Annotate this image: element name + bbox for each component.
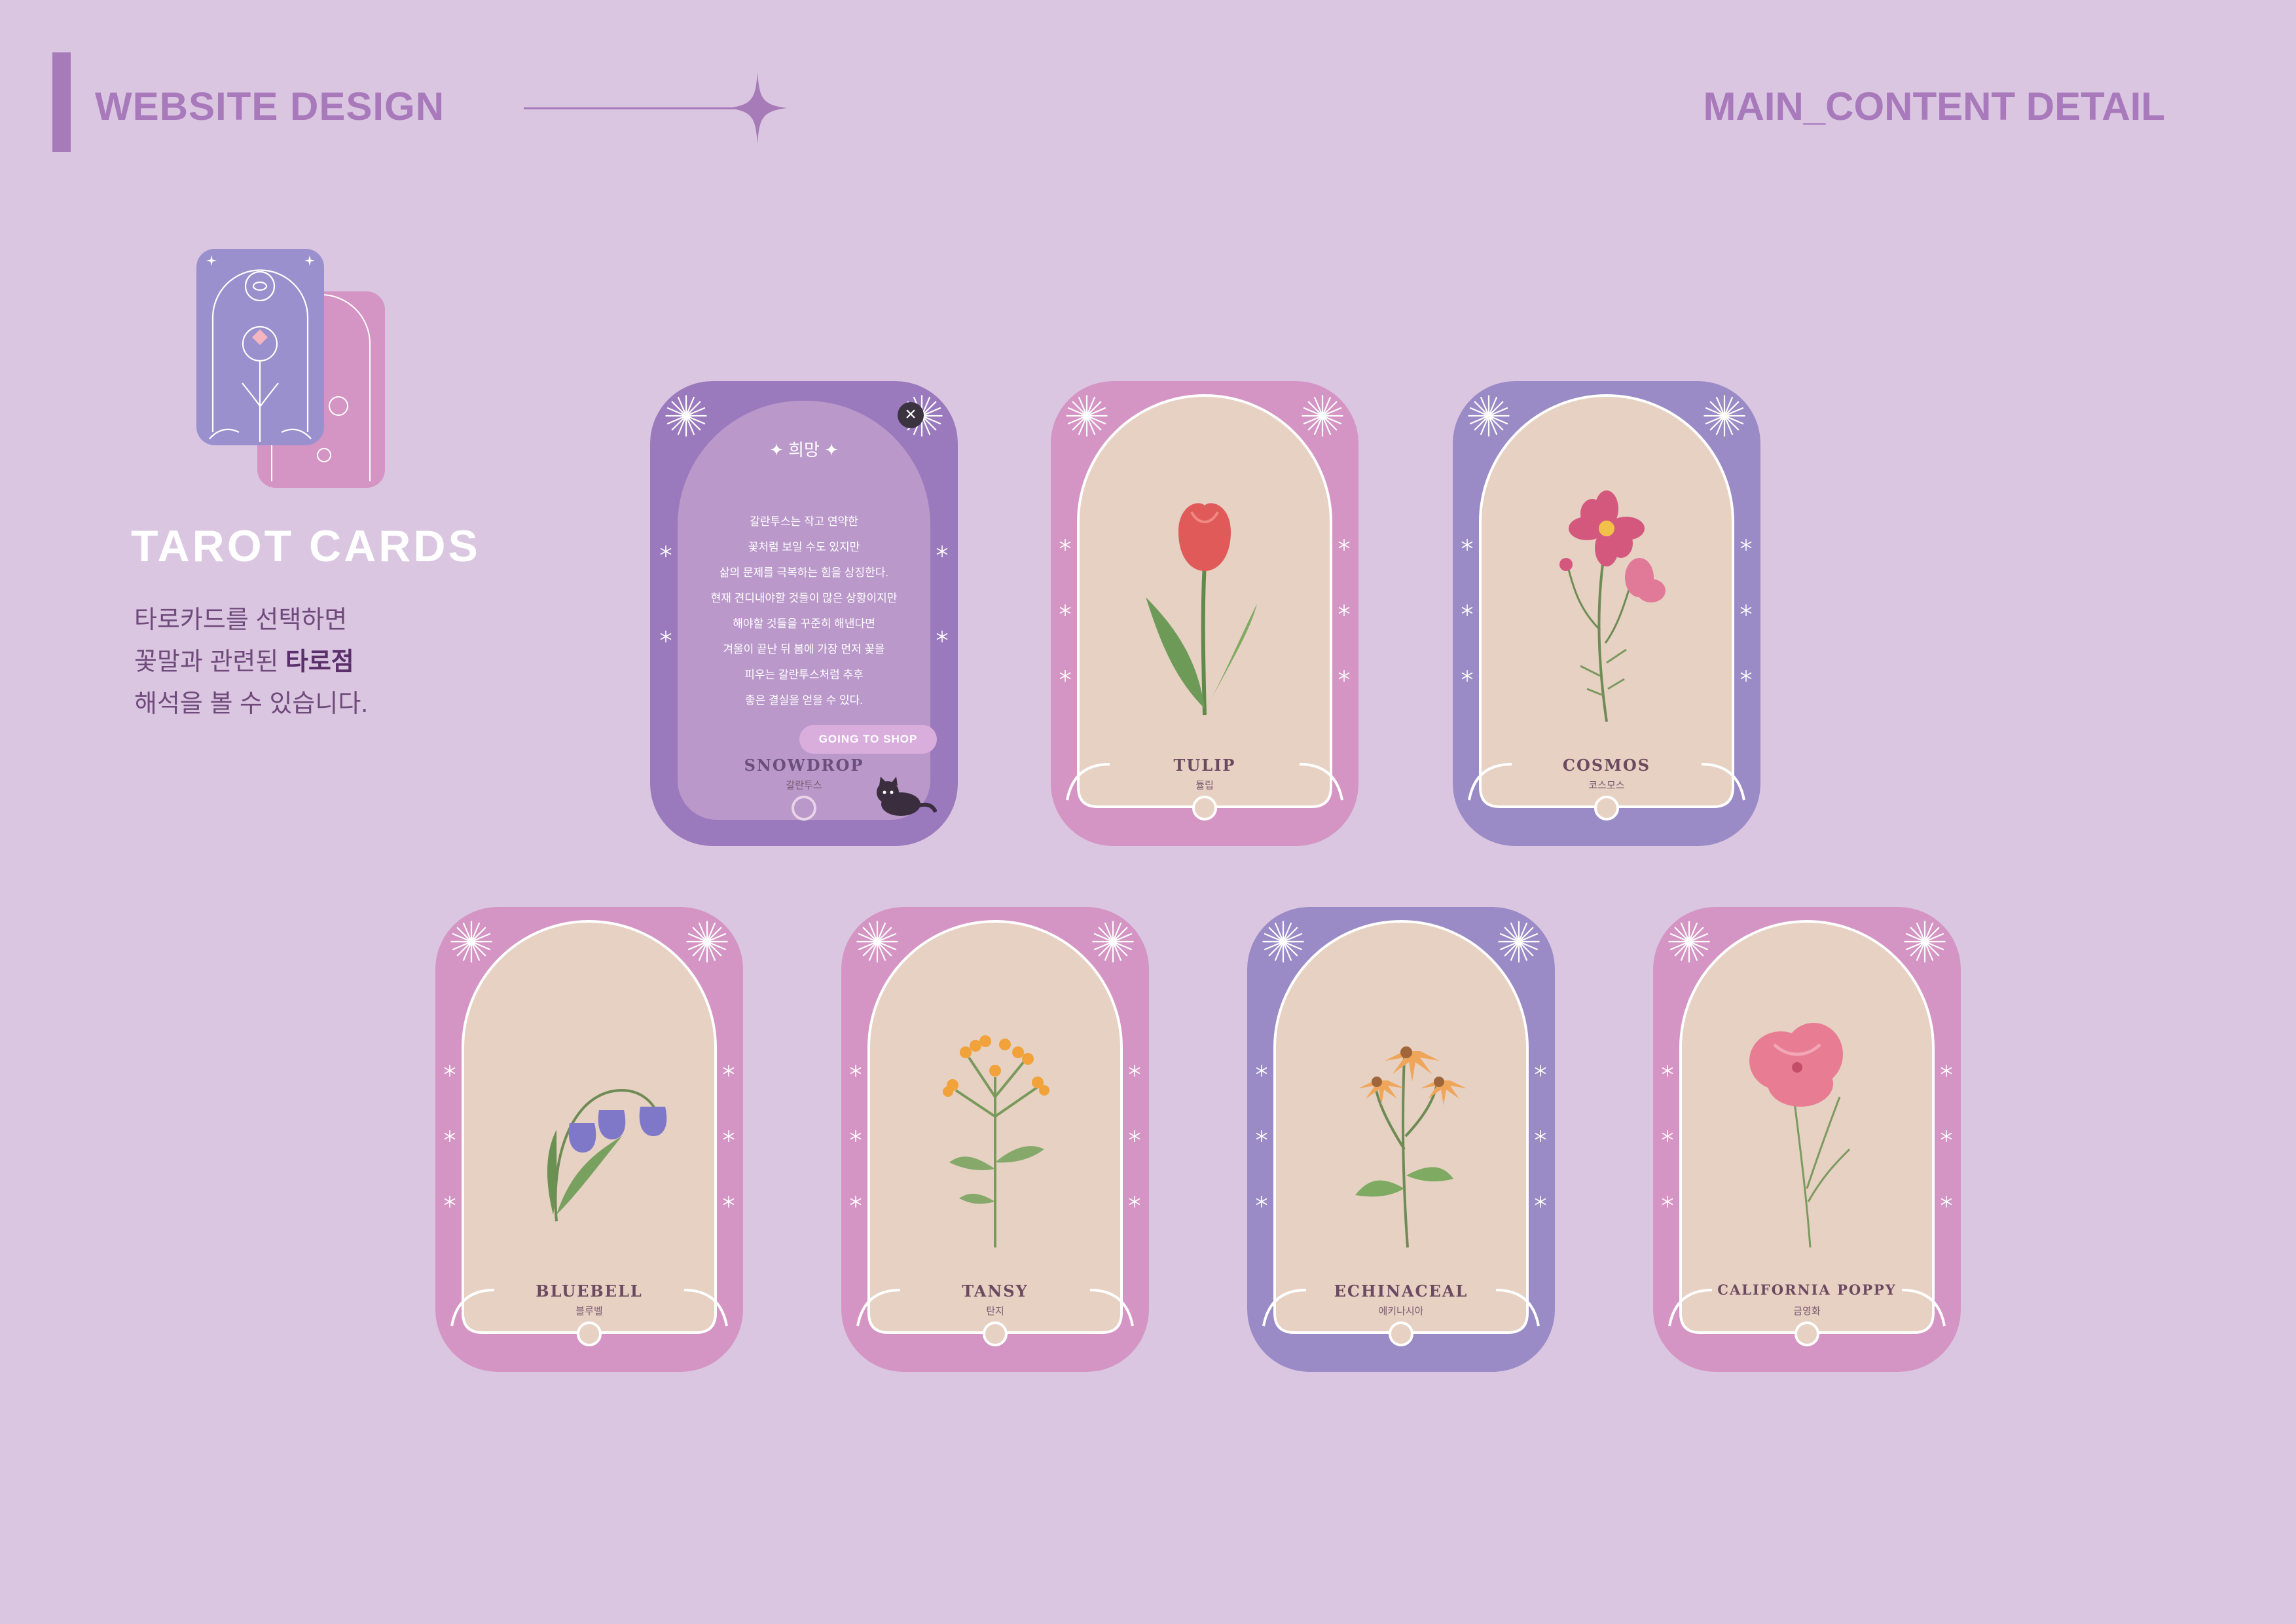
echinacea-icon [1355, 1046, 1467, 1248]
tarot-card-echinacea[interactable]: ECHINACEAL 에키나시아 [1247, 907, 1555, 1372]
reading-line: 꽃처럼 보일 수도 있지만 [748, 541, 860, 553]
reading-line: 삶의 문제를 극복하는 힘을 상징한다. [719, 566, 889, 579]
card-korean-name: 튤립 [1195, 780, 1214, 791]
desc-line-2-prefix: 꽃말과 관련된 [134, 648, 285, 676]
tarot-card-tulip[interactable]: TULIP 튤립 [1051, 381, 1358, 846]
close-icon[interactable]: × [898, 402, 924, 428]
card-name: SNOWDROP [744, 756, 864, 775]
header-left-title: WEBSITE DESIGN [95, 84, 445, 128]
card-name: TANSY [962, 1282, 1029, 1301]
bluebell-icon [547, 1088, 667, 1222]
tarot-card-bluebell[interactable]: BLUEBELL 블루벨 [435, 907, 743, 1372]
tulip-icon [1146, 503, 1257, 716]
header-divider-line [524, 107, 759, 109]
poppy-icon [1749, 1023, 1851, 1248]
tarot-card-cosmos[interactable]: COSMOS 코스모스 [1453, 381, 1760, 846]
card-name: ECHINACEAL [1334, 1282, 1468, 1301]
tarot-cards-title: TAROT CARDS [131, 521, 481, 571]
reading-line: 피우는 갈란투스처럼 추후 [744, 669, 864, 681]
header-right-title: MAIN_CONTENT DETAIL [1703, 84, 2165, 128]
cat-icon [877, 777, 937, 816]
reading-title-text: 희망 [788, 440, 820, 460]
cosmos-icon [1559, 490, 1666, 722]
tarot-card-california-poppy[interactable]: CALIFORNIA POPPY 금영화 [1653, 907, 1961, 1372]
desc-line-1: 타로카드를 선택하면 [134, 606, 348, 634]
header-accent-bar [52, 52, 71, 152]
reading-line: 현재 견디내야할 것들이 많은 상황이지만 [710, 592, 898, 604]
tarot-card-tansy[interactable]: TANSY 탄지 [841, 907, 1149, 1372]
card-korean-name: 블루벨 [575, 1306, 603, 1317]
card-name: BLUEBELL [536, 1282, 643, 1301]
reading-line: 해야할 것들을 꾸준히 해낸다면 [733, 618, 875, 630]
card-name: COSMOS [1562, 756, 1651, 775]
reading-title: ✦ 희망 ✦ [769, 440, 839, 460]
desc-line-3: 해석을 볼 수 있습니다. [134, 690, 368, 718]
desc-line-2-bold: 타로점 [285, 648, 354, 676]
tarot-cards-illustration-icon [196, 249, 385, 488]
tarot-cards-description: 타로카드를 선택하면 꽃말과 관련된 타로점 해석을 볼 수 있습니다. [134, 599, 368, 725]
card-korean-name: 코스모스 [1588, 780, 1625, 791]
reading-line: 갈란투스는 작고 연약한 [750, 515, 858, 528]
sparkle-icon [728, 72, 787, 144]
reading-line: 겨울이 끝난 뒤 봄에 가장 먼저 꽃을 [723, 643, 885, 655]
going-to-shop-button[interactable]: GOING TO SHOP [799, 725, 937, 754]
card-korean-name: 에키나시아 [1378, 1306, 1424, 1317]
tarot-card-snowdrop-open[interactable]: × ✦ 희망 ✦ 갈란투스는 작고 연약한 꽃처럼 보일 수도 있지만 삶의 문… [650, 381, 958, 846]
card-korean-name: 금영화 [1793, 1306, 1821, 1317]
card-name: CALIFORNIA POPPY [1717, 1282, 1897, 1298]
tansy-icon [943, 1035, 1049, 1247]
card-name: TULIP [1173, 756, 1236, 775]
reading-text: 갈란투스는 작고 연약한 꽃처럼 보일 수도 있지만 삶의 문제를 극복하는 힘… [689, 509, 919, 713]
desc-line-2: 꽃말과 관련된 타로점 [134, 641, 368, 683]
reading-line: 좋은 결실을 얻을 수 있다. [744, 694, 863, 707]
card-korean-name: 탄지 [986, 1306, 1004, 1317]
